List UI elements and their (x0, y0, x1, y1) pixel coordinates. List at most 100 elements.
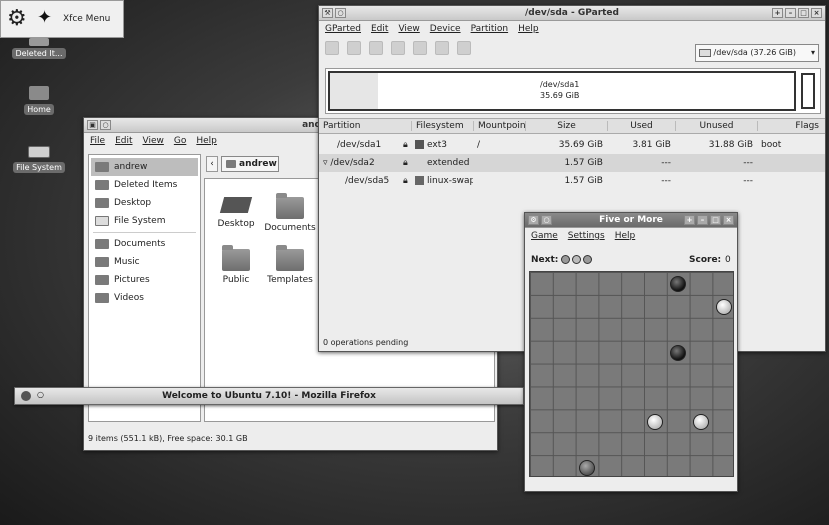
partition-table-body: /dev/sda1 🔒︎ ext3 / 35.69 GiB 3.81 GiB 3… (319, 136, 825, 190)
back-arrow-button[interactable]: ‹ (206, 156, 218, 172)
partition-block-size: 35.69 GiB (540, 91, 580, 100)
window-menu-icon[interactable]: ⚒ (322, 8, 333, 18)
menu-view[interactable]: View (143, 136, 164, 146)
file-item-templates[interactable]: Templates (263, 243, 317, 285)
menu-help[interactable]: Help (196, 136, 217, 146)
col-partition[interactable]: Partition (319, 121, 411, 131)
cell-used: 3.81 GiB (632, 140, 671, 150)
sidebar-item-deleted-items[interactable]: Deleted Items (89, 176, 200, 194)
apply-icon[interactable] (457, 41, 471, 55)
paste-icon[interactable] (413, 41, 427, 55)
xfce-menu-label[interactable]: Xfce Menu (63, 14, 110, 24)
menu-help[interactable]: Help (615, 231, 636, 241)
board-ball-light[interactable] (716, 299, 732, 315)
cell-size: 35.69 GiB (558, 140, 603, 150)
minimize-icon[interactable]: – (697, 215, 708, 225)
desktop-icon-deleted-items[interactable]: Deleted It... (4, 38, 74, 59)
file-item-label: Documents (264, 223, 316, 233)
copy-icon[interactable] (391, 41, 405, 55)
xfce-mouse-icon[interactable]: ✦ (37, 9, 52, 27)
delete-partition-icon[interactable] (347, 41, 361, 55)
menu-view[interactable]: View (398, 24, 419, 34)
menu-device[interactable]: Device (430, 24, 461, 34)
board-ball-dark[interactable] (670, 345, 686, 361)
board-ball-light[interactable] (647, 414, 663, 430)
table-row-sda2[interactable]: ▿ /dev/sda2 🔒︎ extended 1.57 GiB --- --- (319, 154, 825, 172)
sidebar-item-videos[interactable]: Videos (89, 289, 200, 307)
cell-partition: ▿ /dev/sda2 (319, 158, 399, 168)
sidebar-item-music[interactable]: Music (89, 253, 200, 271)
path-button-andrew[interactable]: andrew (221, 156, 279, 172)
col-size[interactable]: Size (525, 121, 607, 131)
file-item-label: Templates (267, 275, 313, 285)
five-or-more-titlebar[interactable]: ⚙ ○ Five or More + – □ × (525, 213, 737, 228)
file-item-public[interactable]: Public (213, 243, 259, 285)
home-icon (226, 159, 236, 168)
maximize-icon[interactable]: + (684, 215, 695, 225)
sticky-icon[interactable]: ○ (335, 8, 346, 18)
table-row-sda1[interactable]: /dev/sda1 🔒︎ ext3 / 35.69 GiB 3.81 GiB 3… (319, 136, 825, 154)
game-board[interactable] (529, 271, 734, 477)
menu-help[interactable]: Help (518, 24, 539, 34)
partition-block-name: /dev/sda1 (540, 80, 580, 89)
sidebar-item-pictures[interactable]: Pictures (89, 271, 200, 289)
drive-icon (699, 48, 711, 57)
device-selector[interactable]: /dev/sda (37.26 GiB) ▾ (695, 44, 819, 62)
menu-settings[interactable]: Settings (568, 231, 605, 241)
undo-icon[interactable] (435, 41, 449, 55)
resize-partition-icon[interactable] (369, 41, 383, 55)
restore-icon[interactable]: □ (710, 215, 721, 225)
sidebar-item-andrew[interactable]: andrew (91, 158, 198, 176)
menu-game[interactable]: Game (531, 231, 558, 241)
desktop-icon-home[interactable]: Home (4, 86, 74, 115)
window-menu-icon[interactable]: ⚙ (528, 215, 539, 225)
sidebar-divider (93, 232, 196, 233)
col-unused[interactable]: Unused (675, 121, 757, 131)
cell-partition-label: /dev/sda2 (330, 158, 375, 168)
new-partition-icon[interactable] (325, 41, 339, 55)
col-used[interactable]: Used (607, 121, 675, 131)
firefox-window-titlebar[interactable]: ○ Welcome to Ubuntu 7.10! - Mozilla Fire… (14, 387, 524, 405)
menu-edit[interactable]: Edit (371, 24, 388, 34)
sidebar-item-documents[interactable]: Documents (89, 235, 200, 253)
col-mountpoint[interactable]: Mountpoint (473, 121, 525, 131)
menu-go[interactable]: Go (174, 136, 186, 146)
board-ball-dark[interactable] (670, 276, 686, 292)
close-icon[interactable]: × (811, 8, 822, 18)
table-row-sda5[interactable]: /dev/sda5 🔒︎ linux-swap 1.57 GiB --- --- (319, 172, 825, 190)
close-icon[interactable]: × (723, 215, 734, 225)
partition-table-header: Partition Filesystem Mountpoint Size Use… (319, 118, 825, 134)
drive-icon (95, 216, 109, 226)
desktop-icon-file-system[interactable]: File System (4, 146, 74, 173)
cell-filesystem-label: ext3 (427, 140, 447, 150)
settings-gear-icon[interactable]: ⚙ (7, 8, 27, 30)
sticky-icon[interactable]: ○ (100, 120, 111, 130)
col-filesystem[interactable]: Filesystem (411, 121, 473, 131)
partition-block-sda1[interactable]: /dev/sda1 35.69 GiB (328, 71, 796, 111)
board-ball-dark[interactable] (579, 460, 595, 476)
restore-icon[interactable]: □ (798, 8, 809, 18)
path-button-label: andrew (239, 159, 277, 169)
maximize-icon[interactable]: + (772, 8, 783, 18)
menu-gparted[interactable]: GParted (325, 24, 361, 34)
gparted-titlebar[interactable]: ⚒ ○ /dev/sda - GParted + – □ × (319, 6, 825, 21)
next-ball-2-icon (572, 255, 581, 264)
sticky-icon[interactable]: ○ (541, 215, 552, 225)
sidebar-item-file-system[interactable]: File System (89, 212, 200, 230)
file-item-desktop[interactable]: Desktop (213, 189, 259, 229)
board-ball-light[interactable] (693, 414, 709, 430)
menu-partition[interactable]: Partition (471, 24, 509, 34)
minimize-icon[interactable]: – (785, 8, 796, 18)
cell-size: 1.57 GiB (564, 176, 603, 186)
sidebar-item-label: Pictures (114, 275, 150, 285)
gparted-title: /dev/sda - GParted (525, 8, 619, 18)
file-item-documents[interactable]: Documents (263, 189, 317, 233)
menu-edit[interactable]: Edit (115, 136, 132, 146)
sidebar-item-desktop[interactable]: Desktop (89, 194, 200, 212)
col-flags[interactable]: Flags (757, 121, 823, 131)
partition-block-sda2[interactable] (801, 73, 815, 109)
window-menu-icon[interactable]: ▣ (87, 120, 98, 130)
five-or-more-title: Five or More (599, 215, 663, 225)
fs-color-swatch (415, 140, 424, 149)
menu-file[interactable]: File (90, 136, 105, 146)
